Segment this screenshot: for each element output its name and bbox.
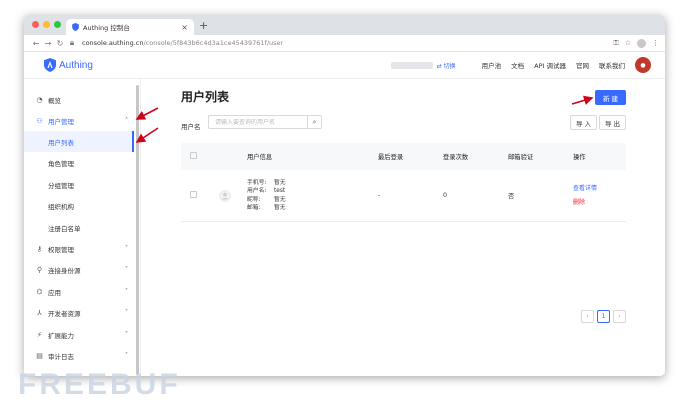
annotation-arrows bbox=[135, 95, 594, 143]
annotation-arrow-user-management bbox=[135, 107, 159, 120]
annotation-arrow-new-button bbox=[571, 95, 594, 105]
freebuf-watermark: FREEBUF bbox=[18, 368, 181, 401]
annotation-arrow-user-list bbox=[135, 127, 159, 143]
